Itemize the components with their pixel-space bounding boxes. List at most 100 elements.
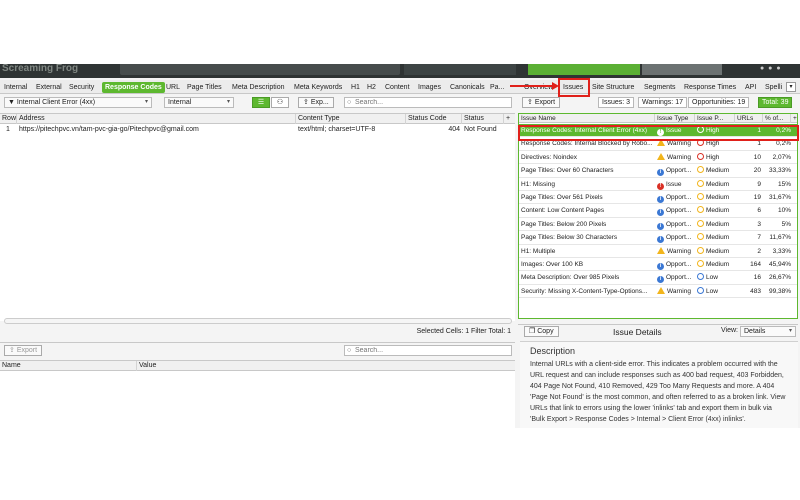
priority-medium-icon: [697, 166, 704, 174]
chevron-down-icon: ▾: [788, 328, 792, 334]
issue-urls: 10: [753, 153, 761, 161]
issue-row[interactable]: H1: Multiple Warning Medium 2 3,33%: [519, 245, 797, 258]
tab-meta-keywords[interactable]: Meta Keywords: [294, 82, 342, 93]
issue-priority: Low: [695, 271, 735, 284]
start-crawl-button[interactable]: [528, 64, 640, 75]
issue-priority: Medium: [695, 191, 735, 204]
col-header-address[interactable]: Address: [17, 114, 296, 124]
tab-url[interactable]: URL: [166, 82, 180, 93]
add-column-icon[interactable]: +: [791, 114, 797, 123]
lower-search-field[interactable]: ○: [344, 345, 512, 356]
col-header-urls[interactable]: URLs: [735, 114, 763, 123]
warning-icon: [657, 152, 665, 160]
tab-page-titles[interactable]: Page Titles: [187, 82, 222, 93]
tab-response-codes[interactable]: Response Codes: [102, 82, 165, 93]
issues-toolbar: ⇪ Export Issues: 3 Warnings: 17 Opportun…: [518, 94, 800, 110]
issue-priority: Medium: [695, 245, 735, 258]
issues-export-label: Export: [534, 99, 556, 106]
warnings-count-badge[interactable]: Warnings: 17: [638, 97, 687, 108]
col-header-issue-priority[interactable]: Issue P...: [695, 114, 735, 123]
issue-type: Warning: [655, 245, 695, 258]
issue-row[interactable]: Directives: Noindex Warning High 10 2,07%: [519, 151, 797, 165]
issue-row[interactable]: H1: Missing! Issue Medium 9 15%: [519, 178, 797, 191]
issue-priority: Medium: [695, 258, 735, 271]
tab-canonicals[interactable]: Canonicals: [450, 82, 485, 93]
issue-type-text: Warning: [667, 247, 691, 255]
issues-panel: ⇪ Export Issues: 3 Warnings: 17 Opportun…: [518, 94, 800, 428]
issue-name-text: H1: Multiple: [521, 247, 556, 255]
issue-type: i Opport...: [655, 164, 695, 177]
col-header-content-type[interactable]: Content Type: [296, 114, 406, 124]
issue-name-text: Response Codes: Internal Blocked by Robo…: [521, 140, 653, 148]
issue-type: i Opport...: [655, 204, 695, 217]
tab-h2[interactable]: H2: [367, 82, 376, 93]
view-select[interactable]: Details ▾: [740, 326, 796, 337]
col-header-issue-name[interactable]: Issue Name: [519, 114, 655, 123]
col-header-percent[interactable]: % of...: [763, 114, 791, 123]
tab-content[interactable]: Content: [385, 82, 410, 93]
add-column-icon[interactable]: +: [504, 114, 515, 124]
tab-internal[interactable]: Internal: [4, 82, 27, 93]
filter-toolbar: ▼ Internal Client Error (4xx) ▾ Internal…: [0, 96, 515, 110]
col-header-issue-type[interactable]: Issue Type: [655, 114, 695, 123]
total-count-badge[interactable]: Total: 39: [758, 97, 793, 108]
tab-spelling[interactable]: Spelli: [765, 82, 782, 93]
list-view-button[interactable]: ☰: [252, 97, 270, 108]
issues-count-badge[interactable]: Issues: 3: [598, 97, 635, 108]
issue-row[interactable]: Images: Over 100 KB i Opport... Medium 164 45…: [519, 258, 797, 272]
issue-row[interactable]: Page Titles: Over 60 Characters i Opport..…: [519, 164, 797, 178]
col-header-row[interactable]: Row: [0, 114, 17, 124]
issue-row[interactable]: Page Titles: Below 200 Pixels i Opport... M…: [519, 218, 797, 232]
opportunities-count-badge[interactable]: Opportunities: 19: [688, 97, 750, 108]
tab-segments[interactable]: Segments: [644, 82, 676, 93]
col-header-name[interactable]: Name: [0, 361, 137, 371]
issue-type-text: Issue: [666, 180, 682, 188]
issue-priority-text: High: [706, 153, 720, 161]
col-header-value[interactable]: Value: [137, 361, 515, 371]
issues-export-button[interactable]: ⇪ Export: [522, 97, 561, 108]
table-row[interactable]: 1 https://pitechpvc.vn/tam-pvc-gia-go/Pi…: [0, 125, 515, 135]
seo-spider-window: Screaming Frog ● ● ● Internal External S…: [0, 64, 800, 428]
issue-percent: 5%: [781, 220, 791, 228]
export-label: Exp...: [310, 99, 329, 106]
tab-response-times[interactable]: Response Times: [684, 82, 736, 93]
search-input[interactable]: [355, 99, 511, 106]
issue-row[interactable]: Page Titles: Over 561 Pixels i Opport... Me…: [519, 191, 797, 205]
scope-select[interactable]: Internal ▾: [164, 97, 234, 108]
col-header-status[interactable]: Status: [462, 114, 504, 124]
filter-select[interactable]: ▼ Internal Client Error (4xx) ▾: [4, 97, 152, 108]
export-button[interactable]: ⇪ Exp...: [298, 97, 334, 108]
clear-button[interactable]: [642, 64, 722, 75]
issue-row[interactable]: Meta Description: Over 985 Pixels i Opport…: [519, 271, 797, 285]
issue-row[interactable]: Security: Missing X-Content-Type-Options…: [519, 285, 797, 299]
tab-meta-description[interactable]: Meta Description: [232, 82, 285, 93]
col-header-status-code[interactable]: Status Code: [406, 114, 462, 124]
info-icon: i: [657, 169, 664, 177]
tab-security[interactable]: Security: [69, 82, 94, 93]
issue-priority-text: Medium: [706, 261, 730, 268]
url-input[interactable]: [120, 64, 400, 75]
lower-export-button[interactable]: ⇪ Export: [4, 345, 43, 356]
mode-button[interactable]: [404, 64, 516, 75]
copy-button[interactable]: ❐ Copy: [524, 326, 559, 337]
lower-search-input[interactable]: [355, 347, 511, 354]
tab-overflow-button[interactable]: ▾: [786, 82, 796, 92]
tab-site-structure[interactable]: Site Structure: [592, 82, 634, 93]
lower-grid-header: Name Value: [0, 361, 515, 371]
warning-icon: [657, 286, 665, 294]
horizontal-scrollbar[interactable]: [4, 318, 512, 324]
issue-type-text: Warning: [667, 287, 691, 295]
tab-h1[interactable]: H1: [351, 82, 360, 93]
search-field[interactable]: ○: [344, 97, 512, 108]
app-logo: Screaming Frog: [2, 64, 79, 74]
tree-view-button[interactable]: ⚇: [271, 97, 289, 108]
tab-external[interactable]: External: [36, 82, 62, 93]
issue-row[interactable]: Page Titles: Below 30 Characters i Opport.…: [519, 231, 797, 245]
tab-pagination[interactable]: Pa...: [490, 82, 504, 93]
tab-images[interactable]: Images: [418, 82, 441, 93]
issue-priority-text: Medium: [706, 247, 730, 255]
window-controls[interactable]: ● ● ●: [760, 65, 782, 72]
issues-table-header: Issue Name Issue Type Issue P... URLs % …: [519, 114, 797, 123]
issue-row[interactable]: Content: Low Content Pages i Opport... Medi…: [519, 204, 797, 218]
tab-api[interactable]: API: [745, 82, 756, 93]
